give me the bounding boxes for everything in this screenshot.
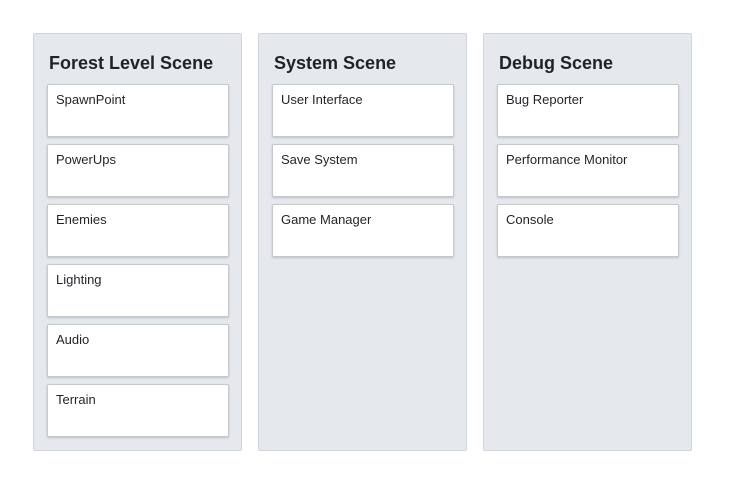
- column-title: Debug Scene: [499, 53, 614, 73]
- column-system-scene: System Scene User Interface Save System …: [258, 33, 467, 451]
- card-lighting[interactable]: Lighting: [47, 264, 229, 317]
- card-bug-reporter[interactable]: Bug Reporter: [497, 84, 679, 137]
- column-title: System Scene: [274, 53, 397, 73]
- card-performance-monitor[interactable]: Performance Monitor: [497, 144, 679, 197]
- card-terrain[interactable]: Terrain: [47, 384, 229, 437]
- card-audio[interactable]: Audio: [47, 324, 229, 377]
- scene-board: Forest Level Scene SpawnPoint PowerUps E…: [0, 0, 730, 484]
- card-console[interactable]: Console: [497, 204, 679, 257]
- column-forest-level-scene: Forest Level Scene SpawnPoint PowerUps E…: [33, 33, 242, 451]
- card-enemies[interactable]: Enemies: [47, 204, 229, 257]
- card-spawnpoint[interactable]: SpawnPoint: [47, 84, 229, 137]
- card-user-interface[interactable]: User Interface: [272, 84, 454, 137]
- card-list: Bug Reporter Performance Monitor Console: [497, 84, 679, 264]
- column-title: Forest Level Scene: [49, 53, 214, 73]
- card-save-system[interactable]: Save System: [272, 144, 454, 197]
- card-powerups[interactable]: PowerUps: [47, 144, 229, 197]
- card-list: SpawnPoint PowerUps Enemies Lighting Aud…: [47, 84, 229, 444]
- card-game-manager[interactable]: Game Manager: [272, 204, 454, 257]
- column-debug-scene: Debug Scene Bug Reporter Performance Mon…: [483, 33, 692, 451]
- card-list: User Interface Save System Game Manager: [272, 84, 454, 264]
